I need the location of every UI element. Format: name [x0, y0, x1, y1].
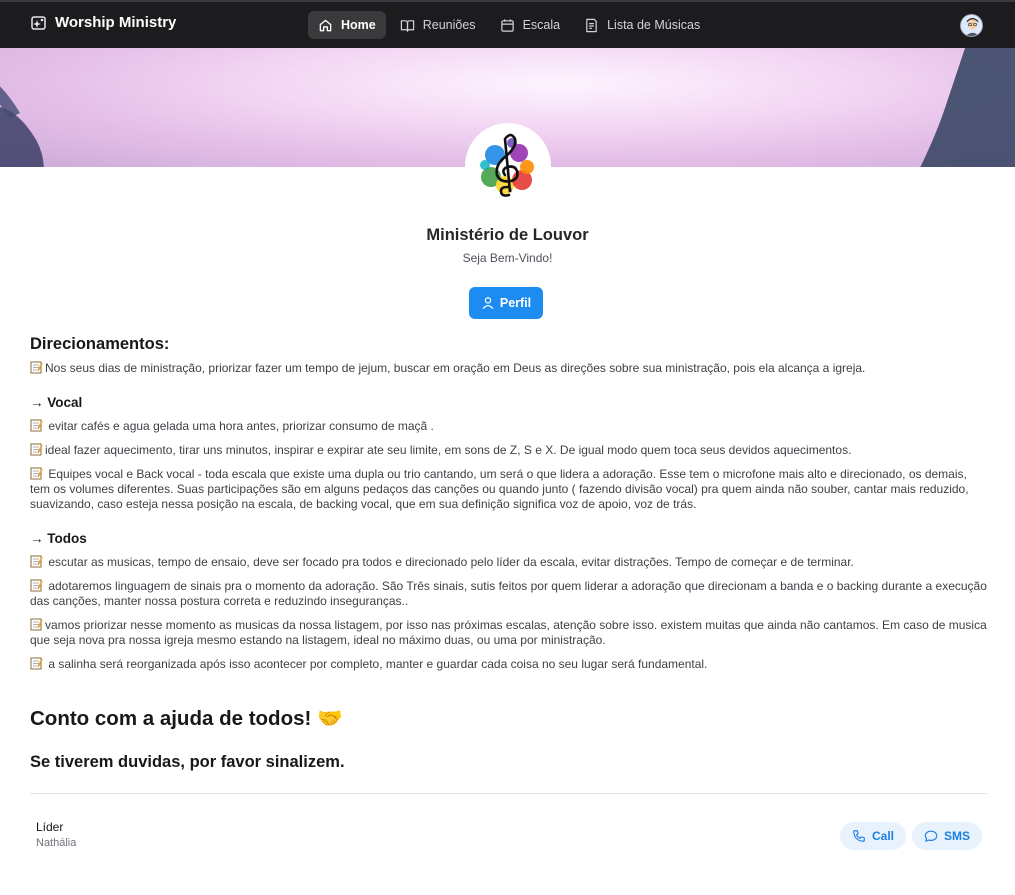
book-open-icon [400, 19, 414, 32]
sparkle-box-icon [31, 15, 46, 30]
guidelines-section: Direcionamentos: Nos seus dias de minist… [30, 335, 987, 681]
nav-lista-label: Lista de Músicas [607, 18, 701, 32]
perfil-button[interactable]: Perfil [469, 287, 543, 319]
call-button-label: Call [872, 829, 895, 843]
top-navbar: Worship Ministry Home Reuniões Escala Li… [0, 0, 1015, 48]
phone-icon [853, 830, 865, 842]
guidelines-heading: Direcionamentos: [30, 335, 170, 353]
list-item-text: escutar as musicas, tempo de ensaio, dev… [45, 555, 854, 569]
memo-icon [30, 555, 43, 568]
intro-paragraph: Nos seus dias de ministração, priorizar … [30, 361, 987, 376]
nav-escala[interactable]: Escala [490, 11, 571, 39]
nav-reunioes[interactable]: Reuniões [390, 11, 486, 39]
calendar-icon [500, 18, 514, 32]
question-heading: Se tiverem duvidas, por favor sinalizem. [30, 753, 345, 771]
avatar-icon [961, 15, 982, 36]
list-item: ideal fazer aquecimento, tirar uns minut… [30, 443, 987, 458]
treble-clef-icon [467, 125, 549, 207]
todos-heading: → Todos [30, 531, 87, 546]
nav-lista-musicas[interactable]: Lista de Músicas [574, 11, 710, 39]
memo-icon [30, 361, 43, 374]
ministry-logo [467, 125, 549, 207]
list-item: evitar cafés e agua gelada uma hora ante… [30, 419, 987, 434]
sms-button[interactable]: SMS [912, 822, 983, 850]
closing-heading: Conto com a ajuda de todos! 🤝 [30, 707, 343, 730]
nav-home-label: Home [341, 18, 376, 32]
main-nav: Home Reuniões Escala Lista de Músicas [308, 11, 710, 39]
hand-silhouette-right [920, 48, 1015, 167]
leader-name: Nathália [36, 837, 77, 849]
call-button[interactable]: Call [840, 822, 907, 850]
vocal-heading: → Vocal [30, 395, 83, 410]
nav-escala-label: Escala [522, 18, 561, 32]
memo-icon [30, 419, 43, 432]
intro-text: Nos seus dias de ministração, priorizar … [45, 361, 866, 375]
list-item: Equipes vocal e Back vocal - toda escala… [30, 467, 987, 512]
perfil-button-label: Perfil [499, 296, 532, 310]
page-title: Ministério de Louvor [426, 226, 589, 244]
memo-icon [30, 579, 43, 592]
list-item: a salinha será reorganizada após isso ac… [30, 657, 987, 672]
nav-reunioes-label: Reuniões [422, 18, 476, 32]
user-avatar[interactable] [960, 14, 983, 37]
list-item: escutar as musicas, tempo de ensaio, dev… [30, 555, 987, 570]
user-icon [482, 297, 494, 310]
memo-icon [30, 443, 43, 456]
home-icon [319, 19, 332, 31]
list-item: vamos priorizar nesse momento as musicas… [30, 618, 987, 648]
list-item-text: vamos priorizar nesse momento as musicas… [30, 618, 987, 647]
list-item-text: adotaremos linguagem de sinais pra o mom… [30, 579, 987, 608]
brand-name: Worship Ministry [55, 14, 177, 31]
brand[interactable]: Worship Ministry [31, 14, 176, 31]
memo-icon [30, 618, 43, 631]
list-item-text: a salinha será reorganizada após isso ac… [45, 657, 708, 671]
divider [30, 793, 987, 794]
chat-bubble-icon [924, 830, 938, 842]
list-item-text: ideal fazer aquecimento, tirar uns minut… [45, 443, 852, 457]
hand-silhouette-left [0, 86, 44, 167]
memo-icon [30, 657, 43, 670]
memo-icon [30, 467, 43, 480]
list-item: adotaremos linguagem de sinais pra o mom… [30, 579, 987, 609]
list-item-text: evitar cafés e agua gelada uma hora ante… [45, 419, 434, 433]
list-document-icon [586, 18, 597, 32]
list-item-text: Equipes vocal e Back vocal - toda escala… [30, 467, 969, 511]
leader-label: Líder [36, 820, 64, 834]
page-subtitle: Seja Bem-Vindo! [462, 251, 553, 265]
nav-home[interactable]: Home [308, 11, 386, 39]
sms-button-label: SMS [944, 829, 971, 843]
